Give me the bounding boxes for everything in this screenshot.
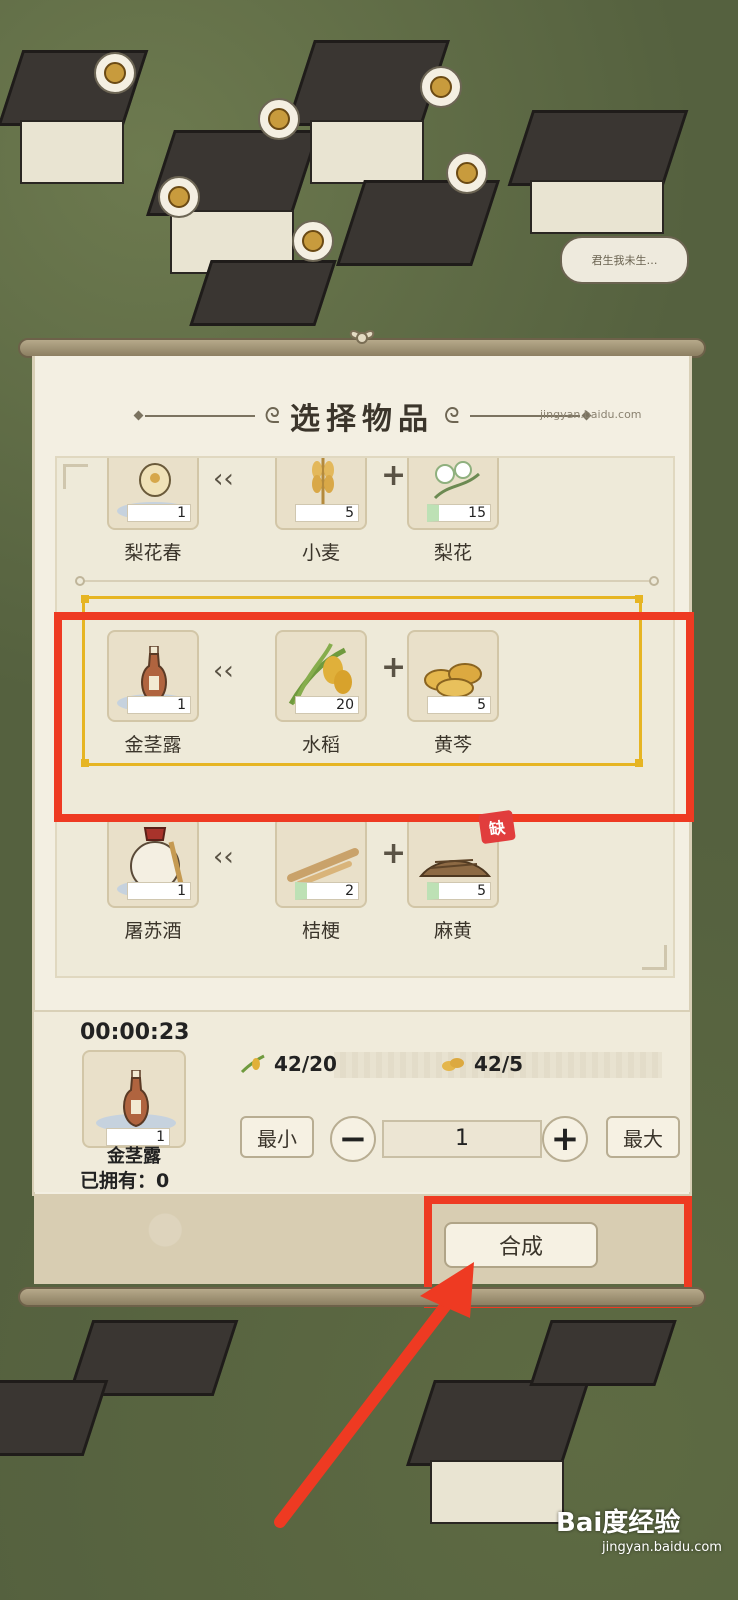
skullcap-root-icon (442, 1058, 464, 1071)
min-button[interactable]: 最小 (240, 1116, 314, 1158)
baidu-watermark: Bai度经验 (556, 1508, 681, 1538)
item-name: 麻黄 (433, 920, 472, 942)
roof-decoration (406, 1380, 590, 1466)
wall-decoration (430, 1460, 564, 1524)
wine-pot-icon (139, 463, 171, 497)
item-quantity: 1 (127, 882, 191, 900)
npc-speech-bubble: 君生我未生… (560, 236, 689, 284)
wall-decoration (310, 120, 424, 184)
quantity-input[interactable]: 1 (382, 1120, 542, 1158)
coin-bubble-icon[interactable] (446, 152, 488, 194)
synthesis-panel: 00:00:23 1 金茎露 已拥有：0 42/20 42/5 最小 − 1 +… (34, 1010, 690, 1192)
plus-icon: + (381, 836, 407, 871)
wall-decoration (530, 180, 664, 234)
row-divider (75, 576, 659, 586)
item-name: 桔梗 (301, 920, 340, 942)
requirement-text: 42/20 (274, 1052, 337, 1076)
increase-button[interactable]: + (542, 1116, 588, 1162)
wine-bottle-icon (123, 1070, 149, 1128)
item-name: 梨花春 (124, 542, 182, 564)
item-quantity: 5 (295, 504, 359, 522)
frame-corner (635, 595, 643, 603)
pear-blossom-icon (433, 461, 480, 500)
owned-count: 已拥有：0 (80, 1170, 170, 1192)
max-button[interactable]: 最大 (606, 1116, 680, 1158)
item-name: 屠苏酒 (124, 920, 182, 942)
product-card[interactable]: 1 (107, 458, 199, 530)
decrease-button[interactable]: − (330, 1116, 376, 1162)
platycodon-root-icon (287, 848, 359, 887)
item-name: 梨花 (433, 542, 472, 564)
coin-bubble-icon[interactable] (420, 66, 462, 108)
title-divider (144, 415, 255, 417)
cloud-ornament-icon: ᘓ (264, 403, 281, 429)
roof-decoration (0, 1380, 109, 1456)
requirement-text: 42/5 (474, 1052, 524, 1076)
coin-bubble-icon[interactable] (94, 52, 136, 94)
baidu-watermark-url: jingyan.baidu.com (602, 1540, 722, 1555)
plus-icon: + (381, 458, 407, 493)
requirement-skullcap: 42/5 (440, 1052, 523, 1076)
selected-product-name: 金茎露 (107, 1146, 161, 1167)
cloud-ornament-icon: ᘓ (444, 403, 460, 429)
rice-icon (240, 1054, 265, 1074)
ingredient-card[interactable]: 2 (275, 816, 367, 908)
scroll-bottom-rod (18, 1287, 706, 1307)
roof-decoration (189, 260, 337, 326)
item-quantity: 1 (127, 504, 191, 522)
chevron-left-icon: ‹‹ (213, 842, 234, 872)
roof-decoration (507, 110, 689, 186)
frame-corner (81, 595, 89, 603)
requirement-rice: 42/20 (240, 1052, 337, 1076)
ingredient-card[interactable]: 5 (275, 458, 367, 530)
product-card[interactable]: 1 (107, 816, 199, 908)
dialog-site-label: jingyan.baidu.com (540, 408, 642, 421)
item-quantity: 15 (427, 504, 491, 522)
coin-bubble-icon[interactable] (292, 220, 334, 262)
ingredient-card[interactable]: 15 (407, 458, 499, 530)
roof-decoration (336, 180, 500, 266)
wheat-icon (312, 458, 334, 504)
item-quantity: 5 (427, 882, 491, 900)
wall-decoration (20, 120, 124, 184)
corner-ornament (642, 945, 667, 970)
scroll-knot-icon (349, 329, 375, 344)
recipe-row[interactable]: 1 屠苏酒 ‹‹ 2 桔梗 + 5 麻黄 (81, 816, 641, 976)
coin-bubble-icon[interactable] (258, 98, 300, 140)
roof-decoration (529, 1320, 677, 1386)
selected-product-card: 1 (82, 1050, 186, 1148)
coin-bubble-icon[interactable] (158, 176, 200, 218)
missing-badge: 缺 (478, 809, 516, 845)
item-name: 小麦 (301, 542, 340, 564)
dialog-title: 选择物品 (290, 402, 434, 437)
ephedra-icon (418, 859, 492, 877)
item-quantity: 2 (295, 882, 359, 900)
chevron-left-icon: ‹‹ (213, 464, 234, 494)
minus-icon: − (338, 1119, 368, 1159)
recipe-row[interactable]: 1 梨花春 ‹‹ 5 小麦 + 15 梨花 (81, 458, 641, 598)
highlight-annotation-box (54, 612, 694, 822)
craft-timer: 00:00:23 (80, 1020, 190, 1045)
plus-icon: + (550, 1119, 580, 1159)
